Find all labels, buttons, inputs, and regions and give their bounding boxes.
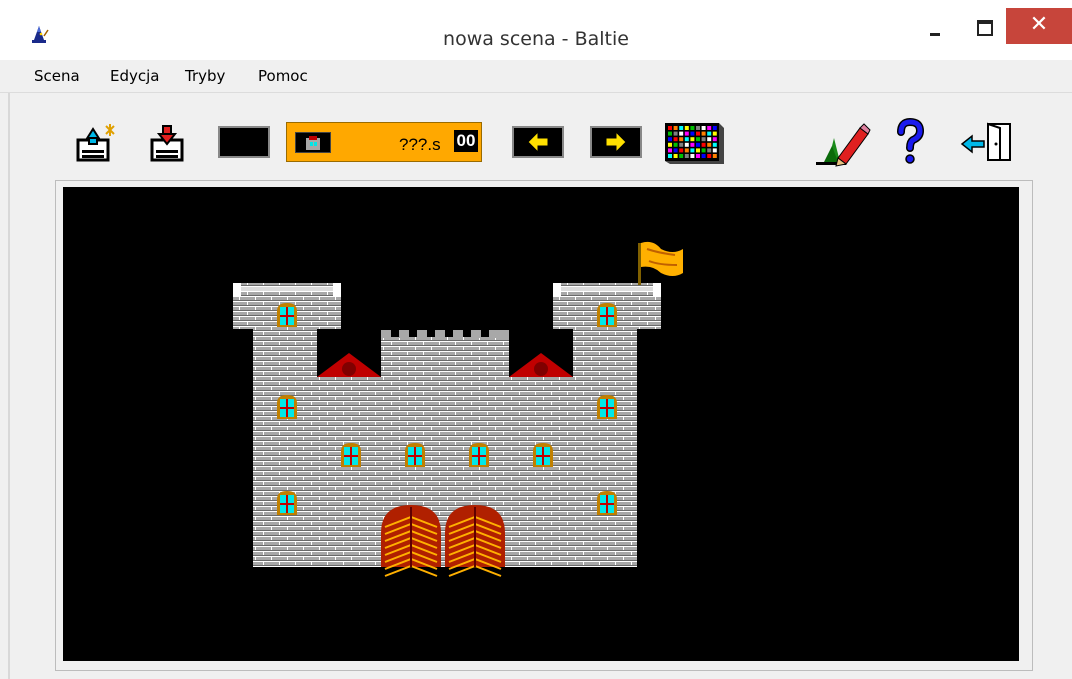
castle-window — [277, 303, 297, 327]
help-icon[interactable] — [894, 118, 926, 166]
scene-canvas[interactable] — [63, 187, 1019, 661]
scene-preview-icon — [295, 132, 331, 153]
edit-pencil-icon[interactable] — [814, 118, 872, 168]
scene-number[interactable]: 00 — [454, 130, 478, 152]
castle-window — [597, 303, 617, 327]
grid-palette-icon[interactable] — [664, 120, 726, 164]
castle-scene — [233, 241, 683, 577]
maximize-button[interactable] — [956, 8, 1006, 46]
arrow-right-icon[interactable] — [590, 126, 642, 158]
title-bar[interactable]: nowa scena - Baltie ✕ — [0, 0, 1072, 60]
menu-bar: Scena Edycja Tryby Pomoc — [0, 60, 1072, 93]
castle-window — [341, 443, 361, 467]
castle-window — [277, 395, 297, 419]
menu-tryby[interactable]: Tryby — [185, 67, 225, 85]
scene-counter[interactable]: ???.s — [286, 122, 482, 162]
castle-window — [277, 491, 297, 515]
minimize-button[interactable] — [906, 8, 952, 46]
exit-door-icon[interactable] — [958, 120, 1018, 164]
close-button[interactable]: ✕ — [1006, 8, 1072, 44]
app-window: nowa scena - Baltie ✕ Scena Edycja Tryby… — [0, 0, 1072, 679]
save-scene-icon[interactable] — [146, 120, 194, 164]
castle-window — [533, 443, 553, 467]
castle-keep — [381, 337, 509, 379]
load-scene-icon[interactable] — [72, 120, 122, 164]
minimize-icon — [930, 33, 940, 36]
menu-scena[interactable]: Scena — [34, 67, 80, 85]
castle-window — [597, 491, 617, 515]
castle-window — [597, 395, 617, 419]
castle-window — [405, 443, 425, 467]
castle-window — [469, 443, 489, 467]
close-icon: ✕ — [1029, 12, 1049, 37]
flag-icon — [638, 241, 683, 285]
menu-edycja[interactable]: Edycja — [110, 67, 159, 85]
menu-pomoc[interactable]: Pomoc — [258, 67, 308, 85]
keep-battlements — [381, 330, 509, 338]
scene-filename: ???.s — [399, 135, 441, 154]
arrow-left-icon[interactable] — [512, 126, 564, 158]
black-tile-icon[interactable] — [218, 126, 270, 158]
maximize-icon — [977, 20, 993, 36]
